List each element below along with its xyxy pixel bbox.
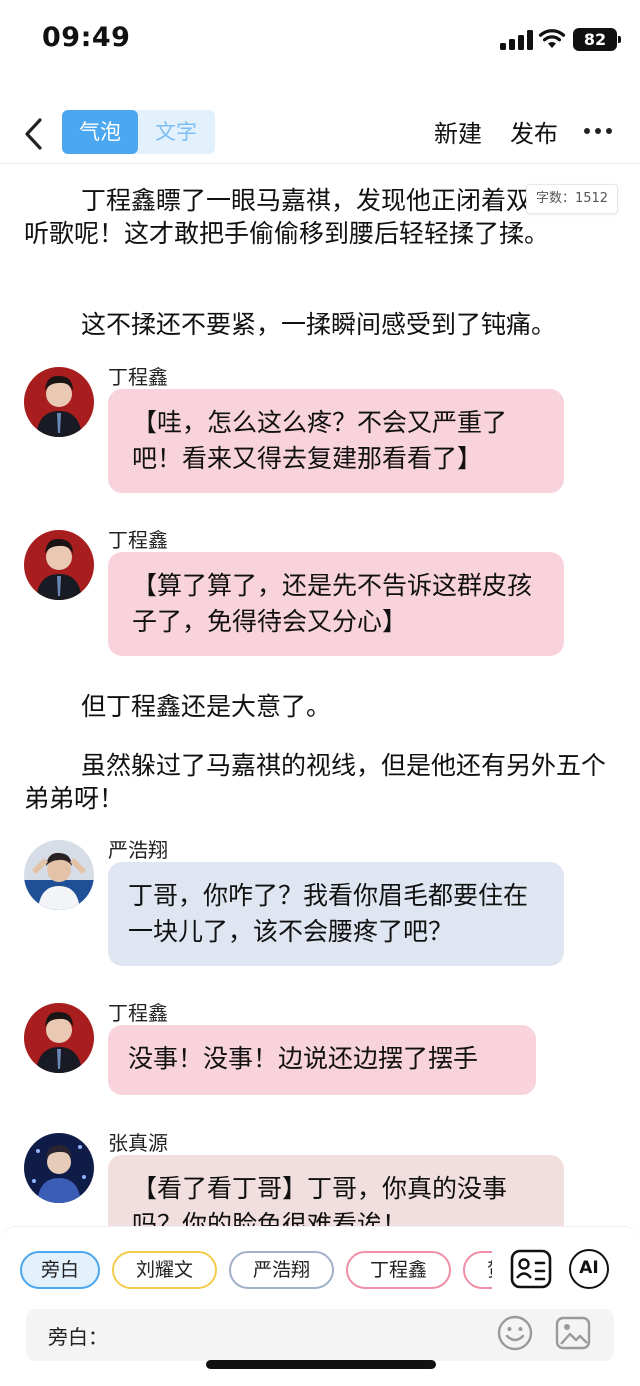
speaker-name: 张真源 xyxy=(108,1131,168,1155)
status-bar: 09:49 82 xyxy=(0,0,640,80)
wifi-icon xyxy=(538,29,566,48)
word-count-badge: 字数：1512 xyxy=(526,184,618,214)
status-time: 09:49 xyxy=(42,22,131,53)
input-label: 旁白： xyxy=(48,1325,108,1349)
speaker-name: 严浩翔 xyxy=(108,838,168,862)
emoji-icon[interactable] xyxy=(496,1314,534,1352)
character-chip-liu-yaowen[interactable]: 刘耀文 xyxy=(112,1251,218,1289)
avatar[interactable] xyxy=(24,367,94,437)
battery-icon: 82 xyxy=(573,28,621,51)
character-manage-icon[interactable] xyxy=(510,1249,552,1289)
ai-assistant-icon[interactable]: AI xyxy=(569,1249,609,1289)
character-chip-he-junlin[interactable]: 贺峻霖 xyxy=(463,1251,492,1289)
avatar[interactable] xyxy=(24,1003,94,1073)
message-bubble[interactable]: 丁哥，你咋了？我看你眉毛都要住在一块儿了，该不会腰疼了吧？ xyxy=(108,862,564,966)
message-bubble[interactable]: 【看了看丁哥】丁哥，你真的没事吗？你的脸色很难看诶！ xyxy=(108,1155,564,1226)
character-chip-list: 旁白刘耀文严浩翔丁程鑫贺峻霖 xyxy=(20,1251,492,1291)
narration-paragraph[interactable]: 但丁程鑫还是大意了。 xyxy=(24,690,614,723)
character-chip-yan-haoxiang[interactable]: 严浩翔 xyxy=(229,1251,335,1289)
home-indicator xyxy=(206,1360,436,1369)
mode-switch: 气泡 文字 xyxy=(62,110,215,154)
speaker-name: 丁程鑫 xyxy=(108,528,168,552)
message-bubble[interactable]: 【算了算了，还是先不告诉这群皮孩子了，免得待会又分心】 xyxy=(108,552,564,656)
message-bubble[interactable]: 没事！没事！边说还边摆了摆手 xyxy=(108,1025,536,1095)
editor-header: 气泡 文字 新建 发布 xyxy=(0,100,640,164)
speaker-name: 丁程鑫 xyxy=(108,365,168,389)
avatar[interactable] xyxy=(24,1133,94,1203)
cellular-signal-icon xyxy=(500,30,533,50)
tab-bubble[interactable]: 气泡 xyxy=(62,110,138,154)
narration-paragraph[interactable]: 虽然躲过了马嘉祺的视线，但是他还有另外五个弟弟呀！ xyxy=(24,749,614,815)
narration-paragraph[interactable]: 这不揉还不要紧，一揉瞬间感受到了钝痛。 xyxy=(24,308,614,341)
speaker-name: 丁程鑫 xyxy=(108,1001,168,1025)
character-chip-ding-chengxin[interactable]: 丁程鑫 xyxy=(346,1251,452,1289)
narration-input[interactable]: 旁白： xyxy=(26,1309,614,1361)
tab-text[interactable]: 文字 xyxy=(138,110,214,154)
image-upload-icon[interactable] xyxy=(554,1314,592,1352)
back-arrow-icon[interactable] xyxy=(20,116,48,152)
publish-button[interactable]: 发布 xyxy=(510,114,558,149)
character-chip-narrator[interactable]: 旁白 xyxy=(20,1251,100,1289)
story-content: 丁程鑫瞟了一眼马嘉祺，发现他正闭着双眼安心听歌呢！这才敢把手偷偷移到腰后轻轻揉了… xyxy=(0,178,640,1226)
message-bubble[interactable]: 【哇，怎么这么疼？不会又严重了吧！看来又得去复建那看看了】 xyxy=(108,389,564,493)
avatar[interactable] xyxy=(24,840,94,910)
new-button[interactable]: 新建 xyxy=(434,114,482,149)
more-options-icon[interactable] xyxy=(584,128,614,136)
avatar[interactable] xyxy=(24,530,94,600)
